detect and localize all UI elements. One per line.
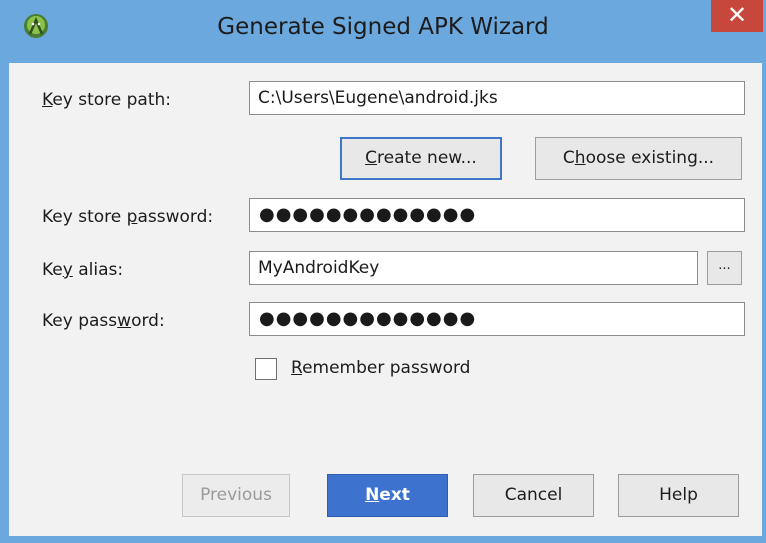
- dialog-body: [9, 63, 762, 536]
- create-new-button[interactable]: Create new...: [340, 137, 502, 180]
- key-password-label: Key password:: [42, 311, 165, 331]
- help-button[interactable]: Help: [618, 474, 739, 517]
- keystore-password-label: Key store password:: [42, 207, 214, 227]
- keystore-path-label: Key store path:: [42, 90, 172, 110]
- cancel-button[interactable]: Cancel: [473, 474, 594, 517]
- key-alias-label: Key alias:: [42, 260, 124, 280]
- remember-password-label[interactable]: Remember password: [291, 358, 470, 378]
- choose-existing-button[interactable]: Choose existing...: [535, 137, 742, 180]
- keystore-password-field[interactable]: ●●●●●●●●●●●●●: [249, 198, 745, 232]
- previous-button[interactable]: Previous: [182, 474, 290, 517]
- remember-password-checkbox[interactable]: [255, 358, 277, 380]
- title-bar: Generate Signed APK Wizard ✕: [0, 0, 766, 64]
- key-alias-browse-button[interactable]: ...: [707, 251, 742, 285]
- close-icon[interactable]: ✕: [711, 0, 763, 32]
- next-button[interactable]: Next: [327, 474, 448, 517]
- window-title: Generate Signed APK Wizard: [217, 14, 549, 40]
- key-alias-field[interactable]: MyAndroidKey: [249, 251, 698, 285]
- keystore-path-field[interactable]: C:\Users\Eugene\android.jks: [249, 81, 745, 115]
- key-password-field[interactable]: ●●●●●●●●●●●●●: [249, 302, 745, 336]
